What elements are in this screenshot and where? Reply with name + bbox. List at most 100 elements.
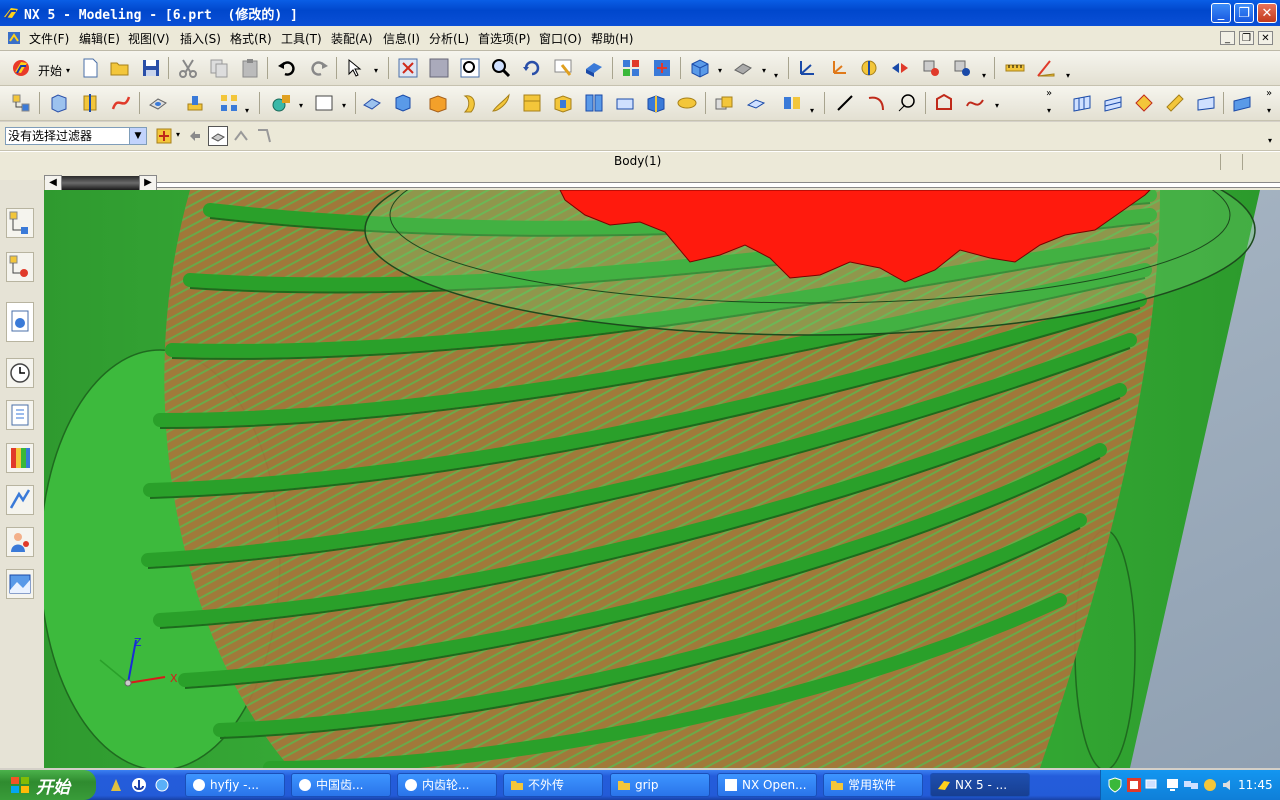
line-icon[interactable] [834,92,856,114]
menu-assembly[interactable]: 装配(A) [331,30,373,47]
menu-format[interactable]: 格式(R) [230,30,272,47]
revolve-icon[interactable] [79,92,101,114]
type-filter-select[interactable]: 没有选择过滤器 ▼ [5,127,147,145]
chamfer-icon[interactable] [392,92,414,114]
input-method-icon[interactable] [1126,777,1142,793]
render-style-icon[interactable] [583,57,605,79]
menu-file[interactable]: 文件(F) [29,30,69,47]
network-icon[interactable] [1145,777,1161,793]
menu-tools[interactable]: 工具(T) [281,30,322,47]
chevron-down-icon[interactable]: ▼ [129,128,146,144]
fit-icon[interactable] [397,57,419,79]
messenger-icon[interactable] [1202,777,1218,793]
general-selection-icon[interactable] [155,126,175,146]
move-to-layer-icon[interactable] [651,57,673,79]
split-body-icon[interactable] [676,92,698,114]
wcs-icon[interactable] [796,57,818,79]
edge-blend-icon[interactable] [361,92,383,114]
trim-body-icon[interactable] [645,92,667,114]
task-button-1[interactable]: hyfjy -... [185,773,285,797]
part-navigator-tab-icon[interactable] [6,302,34,342]
arc-icon[interactable] [865,92,887,114]
mirror-icon[interactable] [781,92,803,114]
scroll-right-button[interactable]: ▶ [139,175,157,191]
menu-help[interactable]: 帮助(H) [591,30,633,47]
undo-icon[interactable] [276,57,298,79]
select-all-icon[interactable] [208,126,228,146]
redo-icon[interactable] [308,57,330,79]
sphere-icon[interactable] [521,92,543,114]
unite-icon[interactable] [552,92,574,114]
through-curves-icon[interactable] [1102,92,1124,114]
menu-preferences[interactable]: 首选项(P) [478,30,531,47]
surface-mesh-icon[interactable] [1071,92,1093,114]
restore-button[interactable]: ❐ [1234,3,1254,23]
offset-face-icon[interactable] [713,92,735,114]
network-connection-icon[interactable] [1183,777,1199,793]
subtract-icon[interactable] [583,92,605,114]
task-button-2[interactable]: 中国齿... [291,773,391,797]
save-icon[interactable] [140,57,162,79]
task-button-3[interactable]: 内齿轮... [397,773,497,797]
sweep-icon[interactable] [110,92,132,114]
intersect-icon[interactable] [614,92,636,114]
quicklaunch-anchor-icon[interactable] [131,777,147,793]
doc-restore-button[interactable]: ❐ [1239,31,1254,45]
minimize-button[interactable]: _ [1211,3,1231,23]
volume-icon[interactable] [1221,777,1237,793]
layer-settings-icon[interactable] [620,57,642,79]
cut-icon[interactable] [177,57,199,79]
wcs-save-icon[interactable] [951,57,973,79]
wcs-dynamics-icon[interactable] [858,57,880,79]
new-file-icon[interactable] [79,57,101,79]
copy-icon[interactable] [208,57,230,79]
reuse-library-icon[interactable] [6,400,34,430]
orient-view-icon[interactable] [689,57,711,79]
shield-icon[interactable] [1107,777,1123,793]
thicken-icon[interactable] [745,92,767,114]
task-button-nx[interactable]: NX 5 - ... [930,773,1030,797]
menu-information[interactable]: 信息(I) [383,30,420,47]
quicklaunch-app-icon[interactable] [108,777,124,793]
display-mode-icon[interactable] [732,57,754,79]
hole-icon[interactable] [147,92,169,114]
datum-plane-icon[interactable] [313,92,335,114]
sketch-icon[interactable] [270,92,292,114]
scroll-thumb[interactable] [62,176,140,190]
cone-icon[interactable] [490,92,512,114]
constraint-navigator-icon[interactable] [6,252,34,282]
measure-angle-icon[interactable] [1035,57,1057,79]
doc-close-button[interactable]: ✕ [1258,31,1273,45]
start-button[interactable]: 开始 [0,770,96,800]
swept-surface-icon[interactable] [1195,92,1217,114]
boss-icon[interactable] [184,92,206,114]
polygon-icon[interactable] [933,92,955,114]
circle-icon[interactable] [896,92,918,114]
extrude-icon[interactable] [48,92,70,114]
n-sided-surface-icon[interactable] [1164,92,1186,114]
quick-pick-icon[interactable] [255,127,273,145]
assembly-navigator-icon[interactable] [6,208,34,238]
cylinder-icon[interactable] [459,92,481,114]
wcs-display-icon[interactable] [920,57,942,79]
task-button-6[interactable]: NX Open... [717,773,817,797]
task-button-4[interactable]: 不外传 [503,773,603,797]
part-navigator-icon[interactable] [10,92,32,114]
menu-analysis[interactable]: 分析(L) [429,30,469,47]
monitor-icon[interactable] [1164,777,1180,793]
wcs-orient-icon[interactable] [827,57,849,79]
task-button-5[interactable]: grip [610,773,710,797]
menu-window[interactable]: 窗口(O) [539,30,582,47]
quicklaunch-ie-icon[interactable] [154,777,170,793]
system-scenes-icon[interactable] [6,569,34,599]
measure-distance-icon[interactable] [1004,57,1026,79]
doc-minimize-button[interactable]: _ [1220,31,1235,45]
studio-surface-icon[interactable] [1133,92,1155,114]
start-icon[interactable] [10,57,32,79]
zoom-in-out-icon[interactable] [490,57,512,79]
reset-filter-icon[interactable] [186,127,204,145]
close-button[interactable]: ✕ [1257,3,1277,23]
zoom-icon[interactable] [459,57,481,79]
process-studio-icon[interactable] [6,485,34,515]
menu-view[interactable]: 视图(V) [128,30,170,47]
